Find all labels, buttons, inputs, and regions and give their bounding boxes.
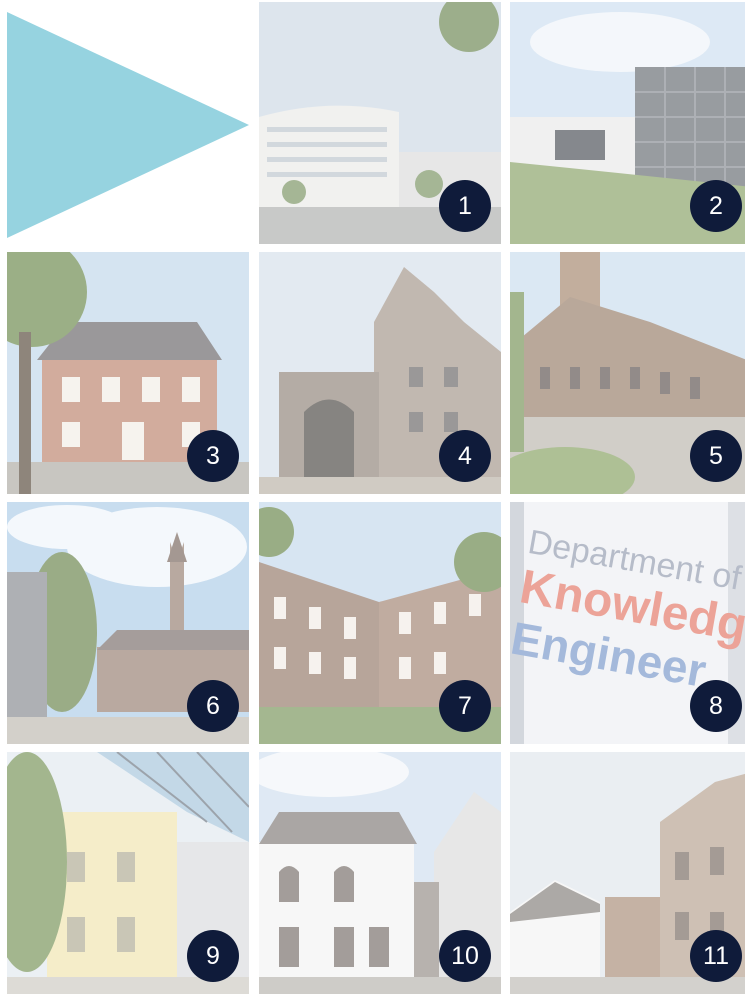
tile-number-badge: 3 (187, 430, 239, 482)
photo-tile-6[interactable]: 6 (7, 502, 249, 744)
tile-number-badge: 9 (187, 930, 239, 982)
photo-tile-4[interactable]: 4 (259, 252, 501, 494)
tile-number-badge: 4 (439, 430, 491, 482)
photo-tile-9[interactable]: 9 (7, 752, 249, 994)
photo-tile-5[interactable]: 5 (510, 252, 745, 494)
tile-number-badge: 7 (439, 680, 491, 732)
play-arrow-icon (7, 12, 249, 238)
tile-number-badge: 8 (690, 680, 742, 732)
photo-tile-10[interactable]: 10 (259, 752, 501, 994)
tile-number-badge: 10 (439, 930, 491, 982)
tile-number-badge: 2 (690, 180, 742, 232)
photo-tile-11[interactable]: 11 (510, 752, 745, 994)
photo-tile-8[interactable]: Department of Knowledge Engineer 8 (510, 502, 745, 744)
photo-tile-3[interactable]: 3 (7, 252, 249, 494)
tile-number-badge: 5 (690, 430, 742, 482)
tile-number-badge: 6 (187, 680, 239, 732)
tile-number-badge: 1 (439, 180, 491, 232)
photo-tile-7[interactable]: 7 (259, 502, 501, 744)
photo-tile-2[interactable]: 2 (510, 2, 745, 244)
tile-number-badge: 11 (690, 930, 742, 982)
photo-tile-1[interactable]: 1 (259, 2, 501, 244)
